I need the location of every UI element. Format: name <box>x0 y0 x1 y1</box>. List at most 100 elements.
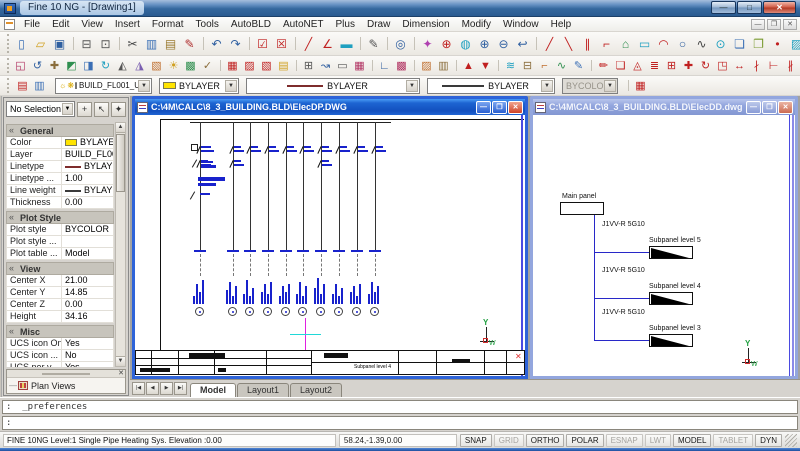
menu-item[interactable]: Plus <box>330 19 361 30</box>
lineweight-dropdown-arrow[interactable]: ▼ <box>541 80 553 92</box>
mirror[interactable]: ◬ <box>629 57 646 74</box>
palette-scrollbar[interactable]: ▲ ▼ <box>115 122 126 367</box>
undo[interactable]: ↶ <box>207 34 226 53</box>
elecdp-canvas[interactable]: YW <box>135 115 525 376</box>
ellipse[interactable]: ⊙ <box>711 34 730 53</box>
redraw[interactable]: ✦ <box>418 34 437 53</box>
status-toggle[interactable]: LWT <box>645 434 671 447</box>
orbit[interactable]: ↻ <box>97 57 114 74</box>
point[interactable]: • <box>768 34 787 53</box>
light[interactable]: ☀ <box>165 57 182 74</box>
linetype-dropdown[interactable]: BYLAYER ▼ <box>246 78 420 94</box>
layer-manager[interactable]: ▦ <box>224 57 241 74</box>
aerial-view[interactable]: ◩ <box>63 57 80 74</box>
status-toggle[interactable]: MODEL <box>673 434 711 447</box>
prev-tab-button[interactable]: ◀ <box>146 382 159 395</box>
paste[interactable]: ▤ <box>161 34 180 53</box>
zoom-object[interactable]: ◎ <box>391 34 410 53</box>
toolbar-grip[interactable] <box>7 78 11 93</box>
circle[interactable]: ○ <box>673 34 692 53</box>
maximize-button[interactable]: □ <box>737 1 762 14</box>
plan-views-item[interactable]: — Plan Views <box>7 378 125 393</box>
elecdp-close-button[interactable]: ✕ <box>508 101 523 114</box>
drawing-window-elecdp[interactable]: C:\4M\CALC\8_3_BUILDING.BLD\ElecDP.DWG —… <box>132 96 528 379</box>
section-header[interactable]: Plot Style <box>6 211 114 224</box>
print[interactable]: ⊟ <box>77 34 96 53</box>
zoom-in[interactable]: ⊕ <box>475 34 494 53</box>
array[interactable]: ⊞ <box>663 57 680 74</box>
elecdd-minimize-button[interactable]: — <box>746 101 761 114</box>
command-prompt-input[interactable]: : <box>2 416 798 430</box>
mline-edit[interactable]: ⊟ <box>519 57 536 74</box>
lineweight-dropdown[interactable]: BYLAYER ▼ <box>427 78 555 94</box>
hide[interactable]: ◭ <box>114 57 131 74</box>
property-value[interactable]: BYLAYER <box>62 161 113 172</box>
first-tab-button[interactable]: |◀ <box>132 382 145 395</box>
property-value[interactable]: 0.00 <box>62 197 113 208</box>
property-value[interactable]: 14.85 <box>62 287 113 298</box>
layout-tab[interactable]: Layout2 <box>290 383 342 397</box>
layout-tab[interactable]: Model <box>190 383 236 397</box>
property-value[interactable]: Yes <box>62 362 113 367</box>
new-file[interactable]: ▯ <box>12 34 31 53</box>
property-value[interactable]: BUILD_FL001_ <box>62 149 113 160</box>
scroll-thumb[interactable] <box>116 134 125 192</box>
plot-style-manager[interactable]: ▦ <box>632 77 649 94</box>
polar-tracking[interactable]: ∟ <box>376 57 393 74</box>
table[interactable]: ⊞ <box>300 57 317 74</box>
status-toggle[interactable]: POLAR <box>566 434 603 447</box>
mdi-minimize-button[interactable]: — <box>751 19 765 30</box>
cut[interactable]: ✂ <box>123 34 142 53</box>
print-preview[interactable]: ⊡ <box>96 34 115 53</box>
polygon[interactable]: ⌂ <box>616 34 635 53</box>
arc[interactable]: ◠ <box>654 34 673 53</box>
material[interactable]: ▩ <box>182 57 199 74</box>
zoom-window[interactable]: ◍ <box>456 34 475 53</box>
close-button[interactable]: ✕ <box>763 1 796 14</box>
elecdd-canvas[interactable]: Main panel J1VV-R 5G10 Subpanel level 5 … <box>533 115 795 376</box>
menu-item[interactable]: Window <box>497 19 545 30</box>
dim-update[interactable]: ☒ <box>272 34 291 53</box>
layer-dropdown-arrow[interactable]: ▼ <box>138 80 150 92</box>
dim-style-check[interactable]: ☑ <box>253 34 272 53</box>
elecdd-maximize-button[interactable]: ❐ <box>762 101 777 114</box>
menu-item[interactable]: Help <box>545 19 578 30</box>
save-file[interactable]: ▣ <box>50 34 69 53</box>
elecdp-maximize-button[interactable]: ❐ <box>492 101 507 114</box>
stretch[interactable]: ↔ <box>731 57 748 74</box>
trim[interactable]: ∤ <box>748 57 765 74</box>
grid-colors[interactable]: ▩ <box>393 57 410 74</box>
offset[interactable]: ≣ <box>646 57 663 74</box>
property-value[interactable]: 34.16 <box>62 311 113 322</box>
zoom-out[interactable]: ⊖ <box>494 34 513 53</box>
property-value[interactable] <box>62 236 113 247</box>
textbox[interactable]: ▭ <box>334 57 351 74</box>
resize-grip[interactable] <box>785 434 797 447</box>
hatch[interactable]: ▨ <box>787 34 800 53</box>
property-value[interactable]: 1.00 <box>62 173 113 184</box>
construction-line[interactable]: ╲ <box>559 34 578 53</box>
coordinates-display[interactable]: 58.24,-1.39,0.00 <box>339 434 457 447</box>
menu-item[interactable]: AutoBLD <box>225 19 277 30</box>
copy-to-layer[interactable]: ▥ <box>435 57 452 74</box>
rotate[interactable]: ↻ <box>697 57 714 74</box>
layer-dropdown[interactable]: ☼ ❋ BUILD_FL001_US ▼ <box>55 78 152 94</box>
mline-style[interactable]: ≋ <box>502 57 519 74</box>
property-value[interactable]: Yes <box>62 338 113 349</box>
sketch[interactable]: ✎ <box>364 34 383 53</box>
tree-expander[interactable]: — <box>9 381 17 390</box>
make-block[interactable]: ❐ <box>749 34 768 53</box>
pan[interactable]: ✚ <box>46 57 63 74</box>
property-value[interactable]: Model <box>62 248 113 259</box>
layer-freeze[interactable]: ▧ <box>258 57 275 74</box>
color-dropdown[interactable]: BYLAYER ▼ <box>159 78 239 94</box>
command-history[interactable]: : _preferences <box>2 400 798 414</box>
plan-views-grip[interactable]: ✕ <box>7 370 125 378</box>
edit-line[interactable]: ╱ <box>299 34 318 53</box>
leader[interactable]: ↝ <box>317 57 334 74</box>
status-toggle[interactable]: GRID <box>494 434 524 447</box>
copy[interactable]: ▥ <box>142 34 161 53</box>
scroll-down-arrow[interactable]: ▼ <box>116 356 125 366</box>
layer-states[interactable]: ▤ <box>275 57 292 74</box>
menu-item[interactable]: View <box>75 19 109 30</box>
